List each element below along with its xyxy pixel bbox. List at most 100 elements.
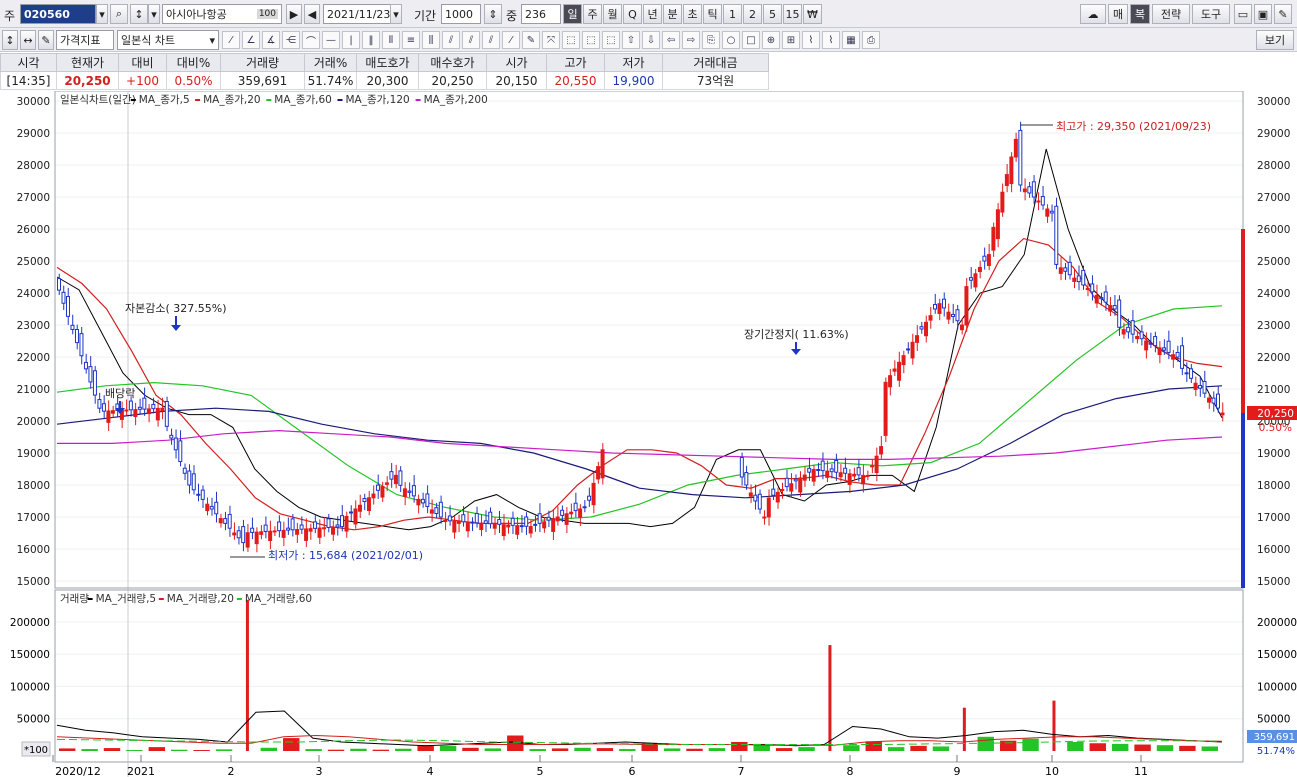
expand-vertical-icon[interactable]: ↕ [2,30,18,50]
draw-tool-icon-20[interactable]: ⇧ [622,31,640,49]
draw-tool-icon-12[interactable]: ⫽ [462,31,480,49]
price-tick-left: 25000 [17,256,50,268]
code-dropdown-button[interactable]: ▾ [96,4,108,24]
price-tick-right: 25000 [1257,256,1290,268]
draw-tool-icon-11[interactable]: ⫽ [442,31,460,49]
draw-tool-icon-27[interactable]: ⊕ [762,31,780,49]
draw-tool-icon-3[interactable]: ⋲ [282,31,300,49]
toolbar-right-button-2[interactable]: 전략 [1152,4,1190,24]
candle-body [196,493,201,496]
quote-header-1: 현재가 [56,53,119,72]
candle-body [582,506,587,509]
cloud-icon[interactable]: ☁ [1080,4,1106,24]
draw-tool-icon-25[interactable]: ○ [722,31,740,49]
draw-tool-icon-22[interactable]: ⇦ [662,31,680,49]
draw-tool-icon-15[interactable]: ✎ [522,31,540,49]
candle-body [128,400,133,411]
date-dropdown-button[interactable]: ▾ [390,4,402,24]
timeframe-5-button[interactable]: 분 [663,4,682,24]
draw-tool-icon-7[interactable]: ‖ [362,31,380,49]
period-label: 기간 [414,9,437,23]
draw-tool-icon-26[interactable]: □ [742,31,760,49]
draw-tool-icon-10[interactable]: ⫼ [422,31,440,49]
candle-body [569,511,574,515]
timeframe-11-button[interactable]: 15 [783,4,802,24]
timeframe-6-button[interactable]: 초 [683,4,702,24]
volume-bar [59,748,76,751]
candle-body [1085,287,1090,290]
draw-tool-icon-32[interactable]: ⎙ [862,31,880,49]
period-input[interactable]: 1000 [441,4,481,24]
stock-chart[interactable]: 15000 15000 16000 16000 17000 17000 18000 18000… [0,91,1297,777]
draw-tool-icon-1[interactable]: ∠ [242,31,260,49]
timeframe-9-button[interactable]: 2 [743,4,762,24]
draw-tool-icon-17[interactable]: ⬚ [562,31,580,49]
draw-tool-icon-0[interactable]: ⁄ [222,31,240,49]
volume-bar [395,748,412,751]
candle-body [1193,382,1198,390]
draw-tool-icon-23[interactable]: ⇨ [682,31,700,49]
candle-body [560,509,565,516]
timeframe-7-button[interactable]: 틱 [703,4,722,24]
draw-tool-icon-29[interactable]: ⌇ [802,31,820,49]
count-input[interactable]: 236 [521,4,561,24]
timeframe-1-button[interactable]: 주 [583,4,602,24]
draw-tool-icon-24[interactable]: ⎘ [702,31,720,49]
list-dropdown-button[interactable]: ▾ [148,4,160,24]
draw-tool-icon-6[interactable]: | [342,31,360,49]
stock-code-input[interactable]: 020560 [20,4,96,24]
legend-item: MA_거래량,5 [96,593,157,605]
candle-body [775,491,780,503]
draw-tool-icon-14[interactable]: ⁄ [502,31,520,49]
edit-icon[interactable]: ✎ [38,30,54,50]
timeframe-12-button[interactable]: ₩ [803,4,822,24]
draw-tool-icon-28[interactable]: ⊞ [782,31,800,49]
stock-name: 아시아나항공 [166,8,227,21]
legend-swatch [87,598,93,600]
wrench-icon[interactable]: ✎ [1274,4,1292,24]
spin-icon[interactable]: ⇕ [484,4,502,24]
draw-tool-icon-13[interactable]: ⫽ [482,31,500,49]
toolbar-right-button-0[interactable]: 매 [1108,4,1128,24]
price-tick-right: 22000 [1257,352,1290,364]
draw-tool-icon-9[interactable]: ≡ [402,31,420,49]
stock-name-field[interactable]: 아시아나항공 100 [162,4,282,24]
toolbar-right-button-3[interactable]: 도구 [1192,4,1230,24]
folder-open-icon[interactable]: ▭ [1234,4,1252,24]
candle-body [218,518,223,524]
save-icon[interactable]: ▣ [1254,4,1272,24]
view-button[interactable]: 보기 [1256,30,1294,50]
price-tick-left: 30000 [17,96,50,108]
candle-body [1036,200,1041,203]
candle-body [838,472,843,478]
timeframe-0-button[interactable]: 일 [563,4,582,24]
timeframe-3-button[interactable]: Q [623,4,642,24]
draw-tool-icon-16[interactable]: ⤧ [542,31,560,49]
draw-tool-icon-18[interactable]: ⬚ [582,31,600,49]
timeframe-2-button[interactable]: 월 [603,4,622,24]
expand-horizontal-icon[interactable]: ↔ [20,30,36,50]
next-icon[interactable]: ▶ [286,4,302,24]
price-tick-left: 21000 [17,384,50,396]
draw-tool-icon-4[interactable]: ⌒ [302,31,320,49]
draw-tool-icon-21[interactable]: ⇩ [642,31,660,49]
draw-tool-icon-8[interactable]: ⦀ [382,31,400,49]
sort-icon[interactable]: ↕ [130,4,148,24]
draw-tool-icon-30[interactable]: ⌇ [822,31,840,49]
prev-icon[interactable]: ◀ [304,4,320,24]
timeframe-4-button[interactable]: 년 [643,4,662,24]
draw-tool-icon-19[interactable]: ⬚ [602,31,620,49]
chart-type-dropdown[interactable]: 일본식 차트 ▾ [117,30,219,50]
search-icon[interactable]: ⌕ [110,4,128,24]
draw-tool-icon-31[interactable]: ▦ [842,31,860,49]
candle-body [434,507,439,514]
indicator-dropdown[interactable]: 가격지표 [56,30,114,50]
candle-body [928,315,933,321]
timeframe-8-button[interactable]: 1 [723,4,742,24]
date-input[interactable]: 2021/11/23 [323,4,391,24]
timeframe-10-button[interactable]: 5 [763,4,782,24]
draw-tool-icon-2[interactable]: ∡ [262,31,280,49]
toolbar-right-button-1[interactable]: 복 [1130,4,1150,24]
price-tick-right: 24000 [1257,288,1290,300]
draw-tool-icon-5[interactable]: — [322,31,340,49]
